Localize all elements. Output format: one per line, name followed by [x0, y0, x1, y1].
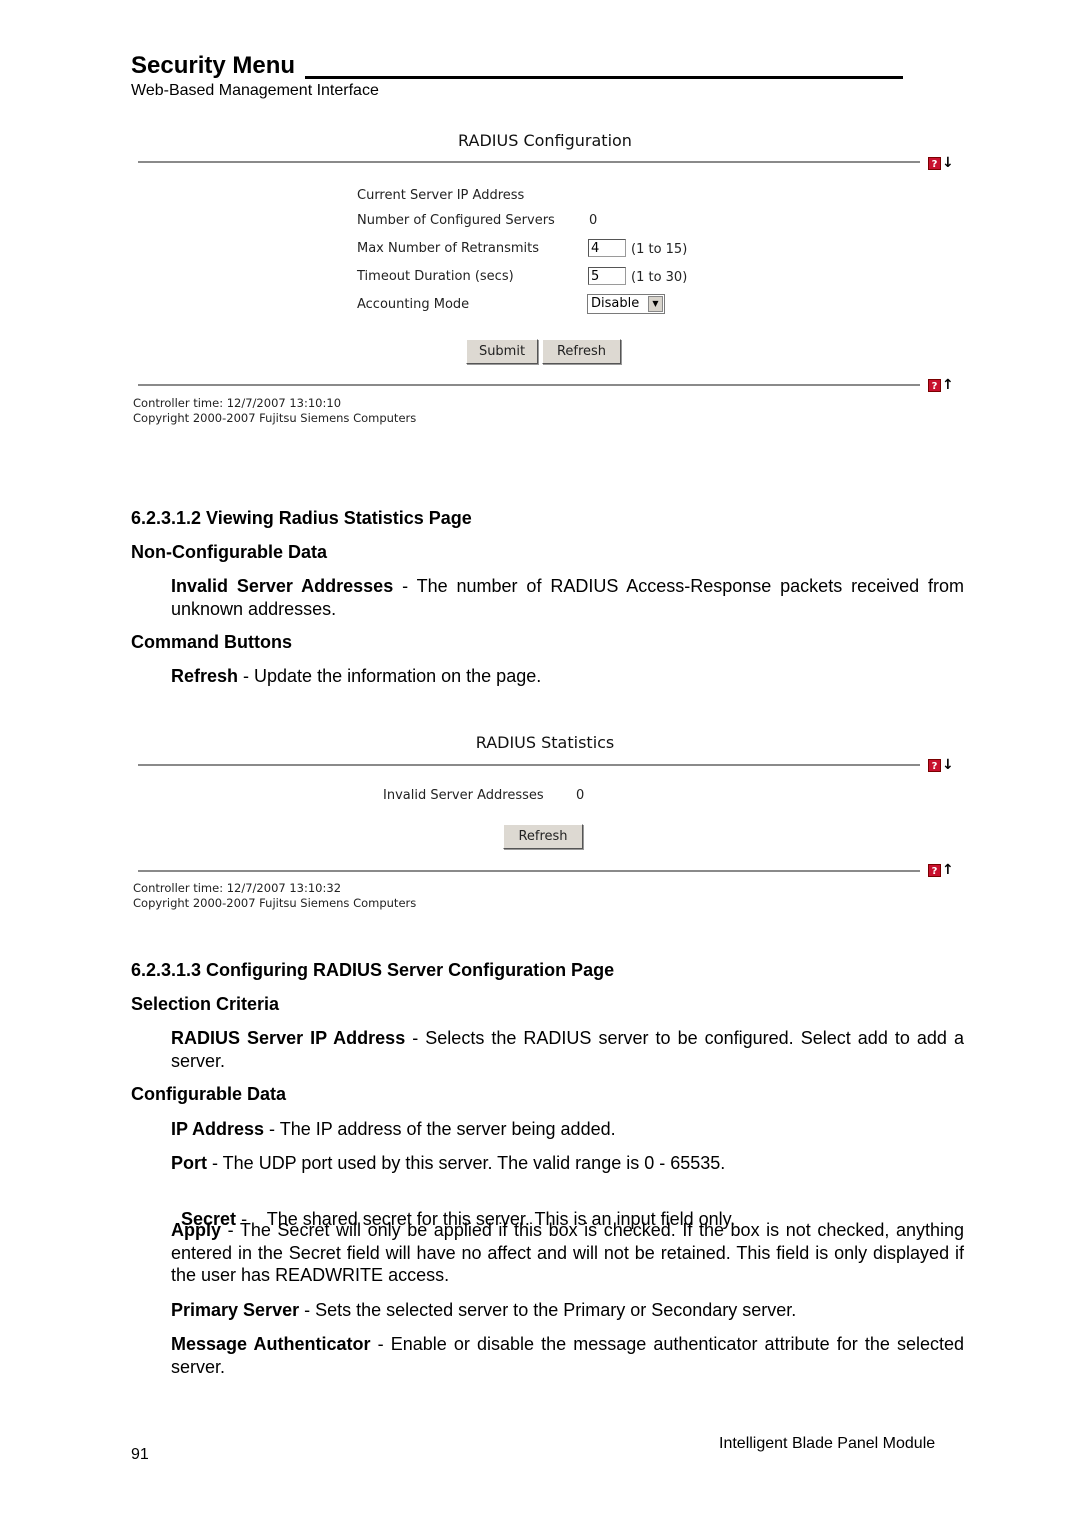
- field-label-accounting-mode: Accounting Mode: [357, 297, 470, 312]
- radius-statistics-panel: RADIUS Statistics ? ↓ Invalid Server Add…: [128, 730, 962, 912]
- refresh-button[interactable]: Refresh: [503, 824, 583, 849]
- panel-bottom-icons: ? ↑: [928, 863, 954, 877]
- field-label-invalid-server-addresses: Invalid Server Addresses: [383, 788, 544, 803]
- arrow-up-icon[interactable]: ↑: [942, 378, 954, 392]
- term: Primary Server: [171, 1300, 300, 1320]
- description-paragraph: Port - The UDP port used by this server.…: [171, 1152, 964, 1175]
- radius-configuration-panel: RADIUS Configuration ? ↓ Current Server …: [128, 128, 962, 428]
- subheading-configurable-data: Configurable Data: [131, 1084, 287, 1104]
- definition: - The Secret will only be applied if thi…: [171, 1220, 964, 1285]
- definition: - Update the information on the page.: [238, 666, 542, 686]
- term: IP Address: [171, 1119, 265, 1139]
- controller-time: Controller time: 12/7/2007 13:10:32: [133, 881, 342, 895]
- document-title: Intelligent Blade Panel Module: [719, 1435, 936, 1452]
- max-retransmits-range: (1 to 15): [631, 242, 688, 257]
- panel-bottom-icons: ? ↑: [928, 378, 954, 392]
- term: Message Authenticator: [171, 1334, 371, 1354]
- page-title: Security Menu: [131, 52, 296, 79]
- controller-time: Controller time: 12/7/2007 13:10:10: [133, 396, 342, 410]
- description-paragraph: Message Authenticator - Enable or disabl…: [171, 1333, 964, 1378]
- configured-servers-value: 0: [589, 213, 598, 228]
- accounting-mode-select[interactable]: Disable ▼: [587, 294, 665, 314]
- panel-top-icons: ? ↓: [928, 758, 954, 772]
- term: RADIUS Server IP Address: [171, 1028, 406, 1048]
- subheading-selection-criteria: Selection Criteria: [131, 994, 280, 1014]
- section-heading: 6.2.3.1.3 Configuring RADIUS Server Conf…: [131, 960, 615, 980]
- title-underline: [305, 76, 903, 79]
- section-heading: 6.2.3.1.2 Viewing Radius Statistics Page: [131, 508, 472, 528]
- divider: [138, 870, 920, 872]
- chevron-down-icon[interactable]: ▼: [648, 296, 663, 312]
- subheading-command-buttons: Command Buttons: [131, 632, 292, 652]
- timeout-duration-input[interactable]: 5: [588, 267, 626, 285]
- field-label-current-server-ip: Current Server IP Address: [357, 188, 525, 203]
- subheading-non-configurable-data: Non-Configurable Data: [131, 542, 327, 562]
- definition: - Sets the selected server to the Primar…: [299, 1300, 797, 1320]
- term: Port: [171, 1153, 207, 1173]
- definition: - The IP address of the server being add…: [264, 1119, 616, 1139]
- panel-title: RADIUS Statistics: [475, 733, 615, 752]
- refresh-button[interactable]: Refresh: [542, 339, 621, 364]
- term: Apply: [171, 1220, 222, 1240]
- term: Refresh: [171, 666, 239, 686]
- arrow-down-icon[interactable]: ↓: [942, 156, 954, 170]
- arrow-down-icon[interactable]: ↓: [942, 758, 954, 772]
- copyright: Copyright 2000-2007 Fujitsu Siemens Comp…: [133, 411, 417, 425]
- field-label-timeout-duration: Timeout Duration (secs): [357, 269, 514, 284]
- invalid-server-addresses-value: 0: [576, 788, 585, 803]
- page-number: 91: [131, 1446, 149, 1463]
- help-icon[interactable]: ?: [928, 759, 941, 772]
- max-retransmits-input[interactable]: 4: [588, 239, 626, 257]
- divider: [138, 161, 920, 163]
- help-icon[interactable]: ?: [928, 864, 941, 877]
- arrow-up-icon[interactable]: ↑: [942, 863, 954, 877]
- timeout-duration-range: (1 to 30): [631, 270, 688, 285]
- field-label-max-retransmits: Max Number of Retransmits: [357, 241, 540, 256]
- help-icon[interactable]: ?: [928, 379, 941, 392]
- term: Invalid Server Addresses: [171, 576, 394, 596]
- help-icon[interactable]: ?: [928, 157, 941, 170]
- field-label-configured-servers: Number of Configured Servers: [357, 213, 555, 228]
- panel-top-icons: ? ↓: [928, 156, 954, 170]
- description-paragraph: Invalid Server Addresses - The number of…: [171, 575, 964, 620]
- panel-title: RADIUS Configuration: [458, 131, 632, 150]
- description-paragraph: Apply - The Secret will only be applied …: [171, 1219, 964, 1287]
- divider: [138, 764, 920, 766]
- accounting-mode-value: Disable: [591, 296, 640, 311]
- submit-button[interactable]: Submit: [466, 339, 538, 364]
- page-subtitle: Web-Based Management Interface: [131, 82, 379, 99]
- description-paragraph: Refresh - Update the information on the …: [171, 665, 964, 688]
- description-paragraph: IP Address - The IP address of the serve…: [171, 1118, 964, 1141]
- copyright: Copyright 2000-2007 Fujitsu Siemens Comp…: [133, 896, 417, 910]
- description-paragraph: Primary Server - Sets the selected serve…: [171, 1299, 964, 1322]
- divider: [138, 384, 920, 386]
- description-paragraph: RADIUS Server IP Address - Selects the R…: [171, 1027, 964, 1072]
- definition: - The UDP port used by this server. The …: [207, 1153, 726, 1173]
